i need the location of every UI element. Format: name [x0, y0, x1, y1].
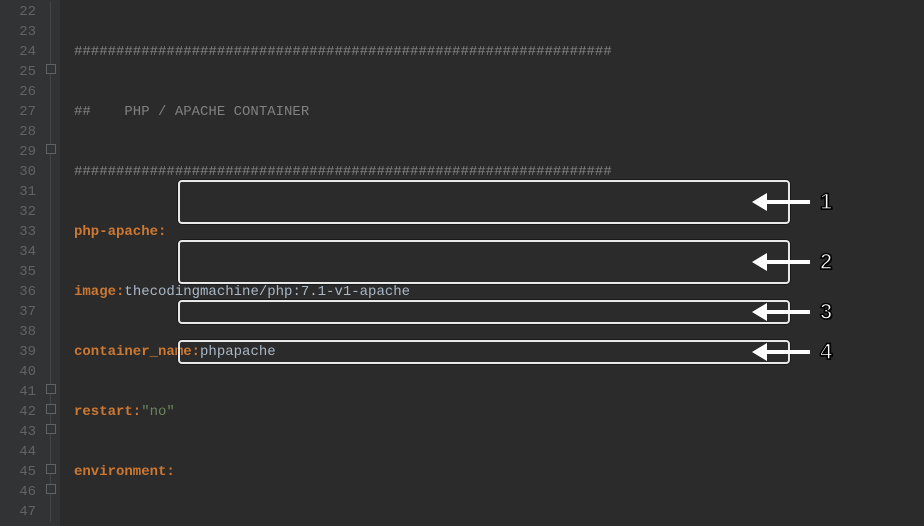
line-number: 34	[0, 242, 36, 262]
yaml-value: "no"	[141, 402, 175, 422]
line-number: 41	[0, 382, 36, 402]
yaml-key: environment:	[74, 462, 175, 482]
comment-rule: ########################################…	[74, 162, 612, 182]
callout-2: 2	[752, 252, 832, 272]
callout-number: 2	[820, 252, 832, 272]
fold-gutter	[42, 0, 60, 526]
line-number: 27	[0, 102, 36, 122]
arrow-icon	[752, 197, 810, 207]
line-number: 47	[0, 502, 36, 522]
yaml-value: phpapache	[200, 342, 276, 362]
line-number-gutter: 22 23 24 25 26 27 28 29 30 31 32 33 34 3…	[0, 0, 42, 526]
line-number: 43	[0, 422, 36, 442]
fold-toggle-icon[interactable]	[46, 484, 56, 494]
arrow-icon	[752, 347, 810, 357]
fold-toggle-icon[interactable]	[46, 384, 56, 394]
line-number: 39	[0, 342, 36, 362]
line-number: 31	[0, 182, 36, 202]
line-number: 42	[0, 402, 36, 422]
yaml-value: thecodingmachine/php:7.1-v1-apache	[124, 282, 410, 302]
fold-toggle-icon[interactable]	[46, 144, 56, 154]
line-number: 45	[0, 462, 36, 482]
line-number: 35	[0, 262, 36, 282]
fold-toggle-icon[interactable]	[46, 424, 56, 434]
line-number: 37	[0, 302, 36, 322]
line-number: 44	[0, 442, 36, 462]
line-number: 29	[0, 142, 36, 162]
arrow-icon	[752, 307, 810, 317]
callout-3: 3	[752, 302, 832, 322]
line-number: 32	[0, 202, 36, 222]
yaml-key: image:	[74, 282, 124, 302]
line-number: 25	[0, 62, 36, 82]
line-number: 40	[0, 362, 36, 382]
annotation-box-3	[178, 300, 790, 324]
line-number: 36	[0, 282, 36, 302]
fold-toggle-icon[interactable]	[46, 64, 56, 74]
line-number: 38	[0, 322, 36, 342]
line-number: 24	[0, 42, 36, 62]
line-number: 46	[0, 482, 36, 502]
annotation-box-2	[178, 240, 790, 284]
arrow-icon	[752, 257, 810, 267]
yaml-key: php-apache:	[74, 222, 166, 242]
line-number: 30	[0, 162, 36, 182]
line-number: 26	[0, 82, 36, 102]
callout-number: 4	[820, 342, 832, 362]
fold-toggle-icon[interactable]	[46, 464, 56, 474]
line-number: 23	[0, 22, 36, 42]
fold-toggle-icon[interactable]	[46, 404, 56, 414]
yaml-key: restart:	[74, 402, 141, 422]
line-number: 22	[0, 2, 36, 22]
callout-4: 4	[752, 342, 832, 362]
section-title: ## PHP / APACHE CONTAINER	[74, 102, 309, 122]
line-number: 33	[0, 222, 36, 242]
callout-number: 1	[820, 192, 832, 212]
yaml-key: container_name:	[74, 342, 200, 362]
callout-1: 1	[752, 192, 832, 212]
callout-number: 3	[820, 302, 832, 322]
line-number: 28	[0, 122, 36, 142]
annotation-box-1	[178, 180, 790, 224]
comment-rule: ########################################…	[74, 42, 612, 62]
